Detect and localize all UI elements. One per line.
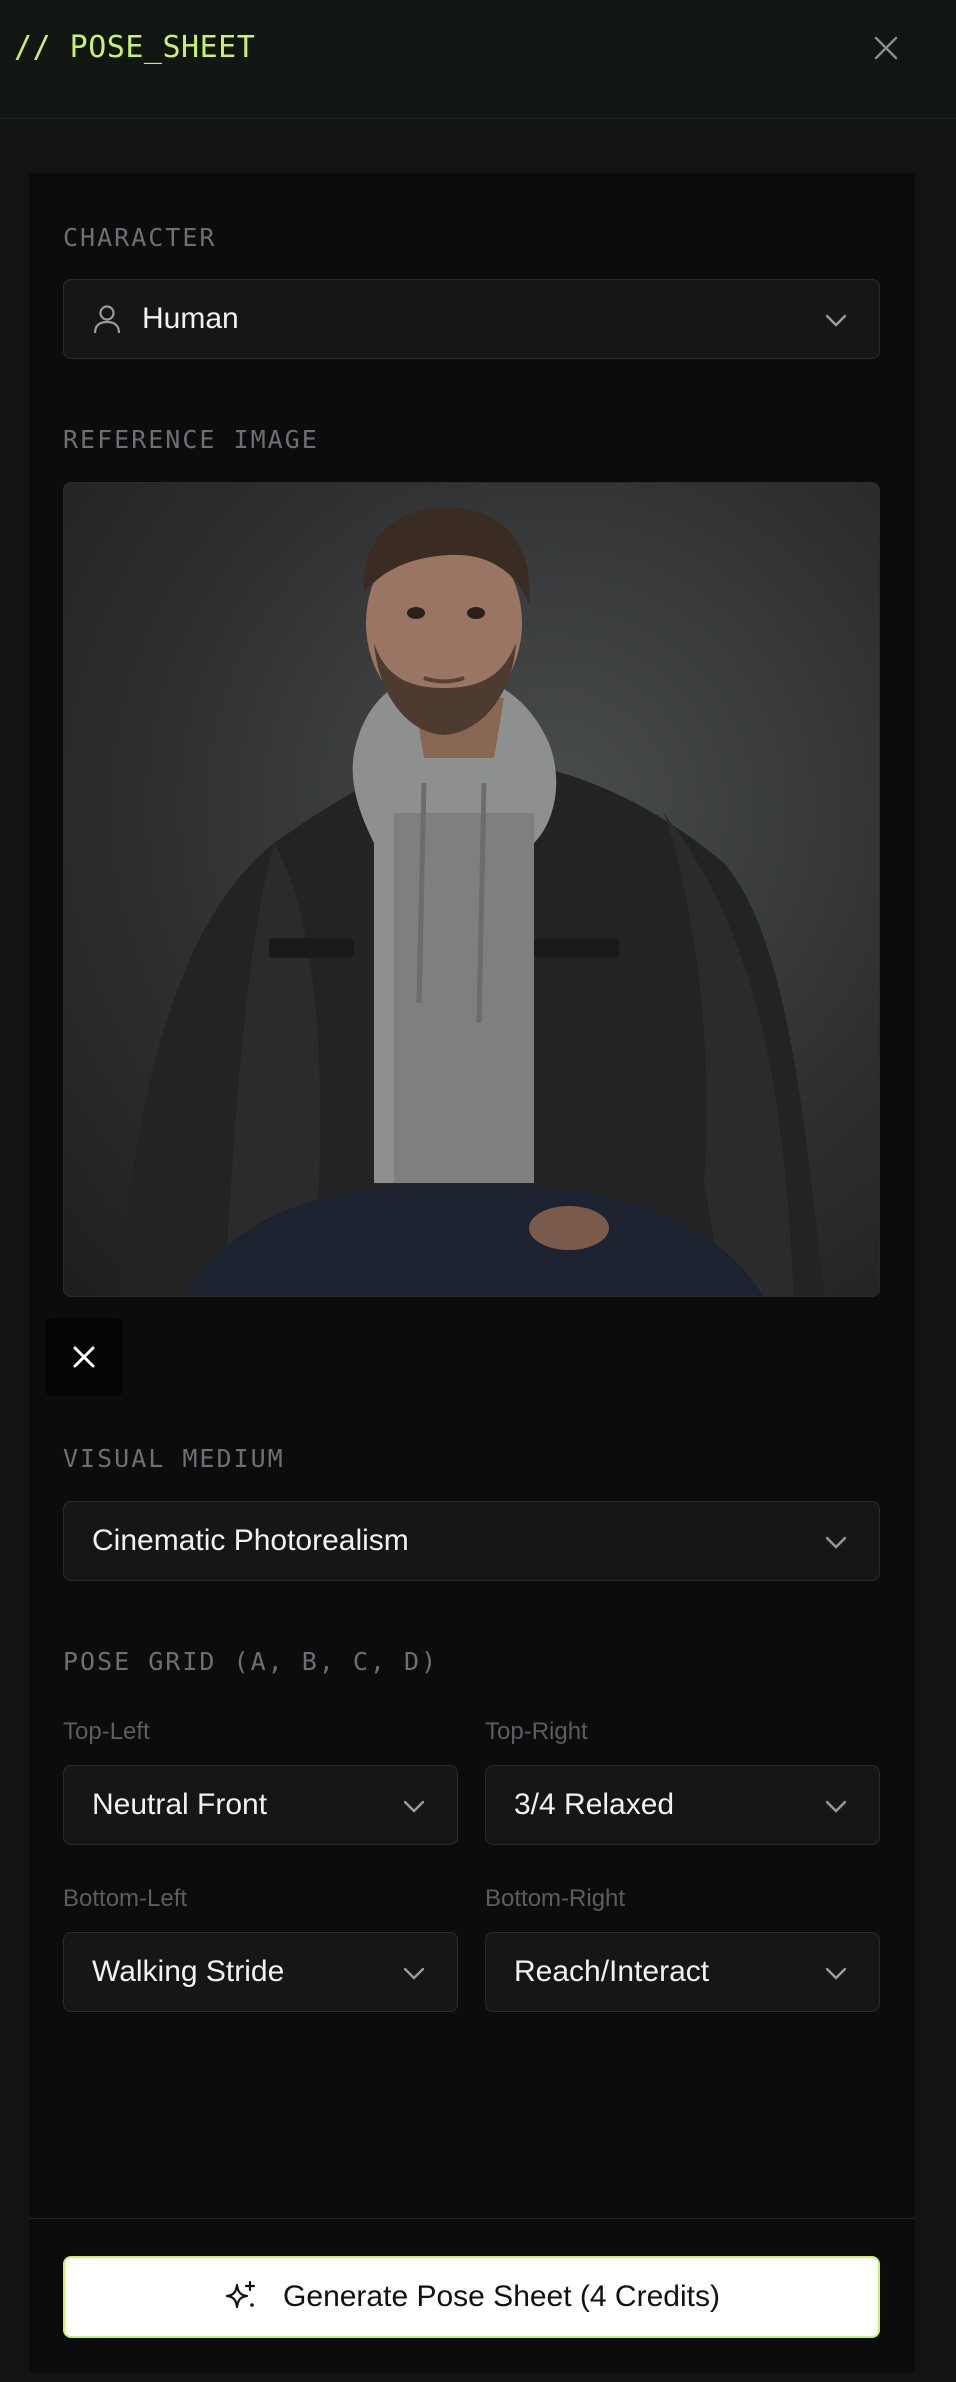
visual-medium-value: Cinematic Photorealism: [92, 1524, 409, 1557]
chevron-down-icon: [825, 314, 847, 327]
bottom-left-label: Bottom-Left: [63, 1885, 188, 1912]
visual-medium-select[interactable]: Cinematic Photorealism: [63, 1501, 880, 1581]
top-left-label: Top-Left: [63, 1718, 150, 1745]
top-right-pose-value: 3/4 Relaxed: [514, 1788, 675, 1821]
generate-button[interactable]: Generate Pose Sheet (4 Credits): [63, 2256, 880, 2338]
remove-image-button[interactable]: [45, 1318, 123, 1396]
close-button[interactable]: [868, 30, 904, 66]
close-icon: [874, 36, 898, 60]
top-left-pose-select[interactable]: Neutral Front: [63, 1765, 458, 1845]
chevron-down-icon: [825, 1536, 847, 1549]
character-select[interactable]: Human: [63, 279, 880, 359]
reference-image: [63, 482, 880, 1297]
character-value: Human: [142, 302, 239, 335]
chevron-down-icon: [403, 1800, 425, 1813]
sparkles-icon: [225, 2280, 256, 2309]
bottom-right-pose-select[interactable]: Reach/Interact: [485, 1932, 880, 2012]
chevron-down-icon: [825, 1800, 847, 1813]
reference-image-label: REFERENCE IMAGE: [63, 425, 319, 454]
top-right-label: Top-Right: [485, 1718, 588, 1745]
pose-sheet-panel: CHARACTER Human REFERENCE IMAGE VISUAL M…: [29, 173, 915, 2373]
bottom-left-pose-select[interactable]: Walking Stride: [63, 1932, 458, 2012]
visual-medium-label: VISUAL MEDIUM: [63, 1444, 285, 1473]
bottom-right-pose-value: Reach/Interact: [514, 1955, 710, 1988]
bottom-right-label: Bottom-Right: [485, 1885, 626, 1912]
close-icon: [73, 1346, 95, 1368]
character-label: CHARACTER: [63, 223, 217, 252]
bottom-left-pose-value: Walking Stride: [92, 1955, 285, 1988]
generate-button-label: Generate Pose Sheet (4 Credits): [283, 2280, 720, 2313]
footer-divider: [29, 2218, 915, 2219]
top-right-pose-select[interactable]: 3/4 Relaxed: [485, 1765, 880, 1845]
top-left-pose-value: Neutral Front: [92, 1788, 268, 1821]
page-title: // POSE_SHEET: [14, 30, 256, 65]
chevron-down-icon: [825, 1967, 847, 1980]
header: // POSE_SHEET: [0, 0, 956, 119]
pose-grid-label: POSE GRID (A, B, C, D): [63, 1647, 439, 1676]
user-icon: [92, 303, 122, 335]
chevron-down-icon: [403, 1967, 425, 1980]
